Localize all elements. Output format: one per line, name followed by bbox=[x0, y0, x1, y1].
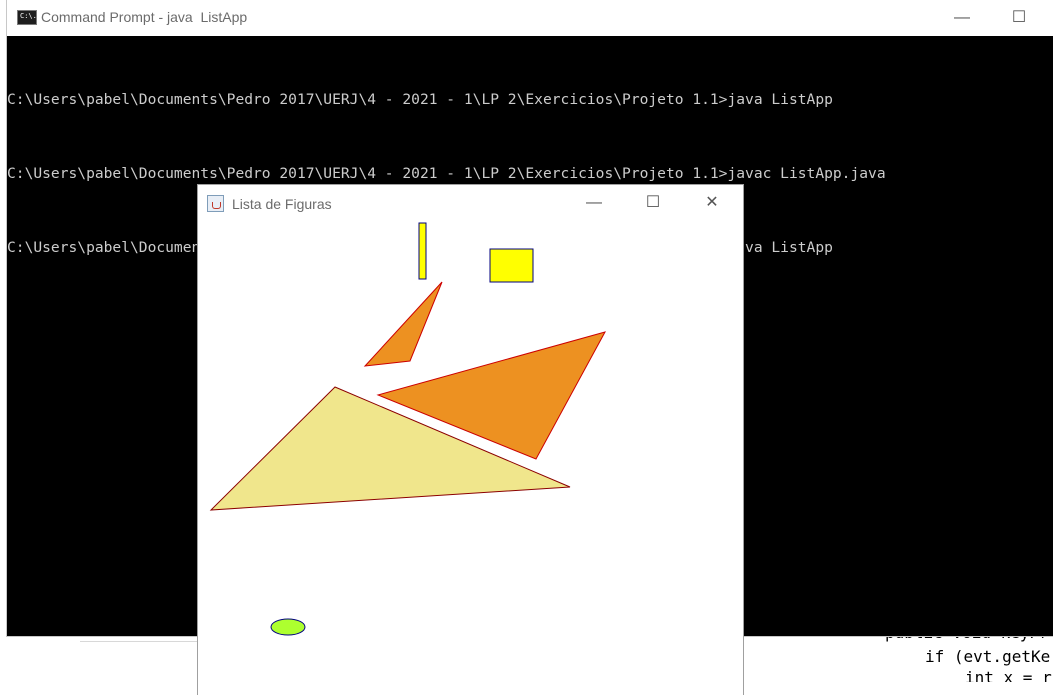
green-ellipse[interactable] bbox=[270, 618, 306, 636]
java-minimize-button[interactable]: — bbox=[571, 185, 617, 221]
console-line: C:\Users\pabel\Documents\Pedro 2017\UERJ… bbox=[7, 91, 833, 108]
java-cup-icon bbox=[207, 195, 224, 212]
java-titlebar[interactable]: Lista de Figuras — ☐ ✕ bbox=[198, 185, 743, 221]
java-window-title: Lista de Figuras bbox=[232, 196, 332, 212]
figures-canvas[interactable] bbox=[198, 221, 743, 695]
code-line: if (evt.getKe bbox=[925, 647, 1051, 666]
thin-yellow-rect[interactable] bbox=[418, 222, 427, 280]
orange-small-triangle[interactable] bbox=[363, 281, 443, 367]
cmd-minimize-button[interactable]: — bbox=[939, 0, 985, 36]
lista-de-figuras-window: Lista de Figuras — ☐ ✕ bbox=[198, 185, 743, 695]
java-close-button[interactable]: ✕ bbox=[689, 185, 735, 221]
code-line: int x = r bbox=[965, 668, 1052, 682]
cmd-maximize-button[interactable]: ☐ bbox=[996, 0, 1042, 36]
yellow-rect[interactable] bbox=[489, 248, 534, 283]
background-divider bbox=[80, 641, 198, 642]
cmd-titlebar[interactable]: C:\. Command Prompt - java ListApp — ☐ bbox=[7, 0, 1053, 36]
java-maximize-button[interactable]: ☐ bbox=[630, 185, 676, 221]
cmd-window-title: Command Prompt - java ListApp bbox=[41, 9, 248, 25]
cmd-app-icon: C:\. bbox=[17, 10, 37, 25]
